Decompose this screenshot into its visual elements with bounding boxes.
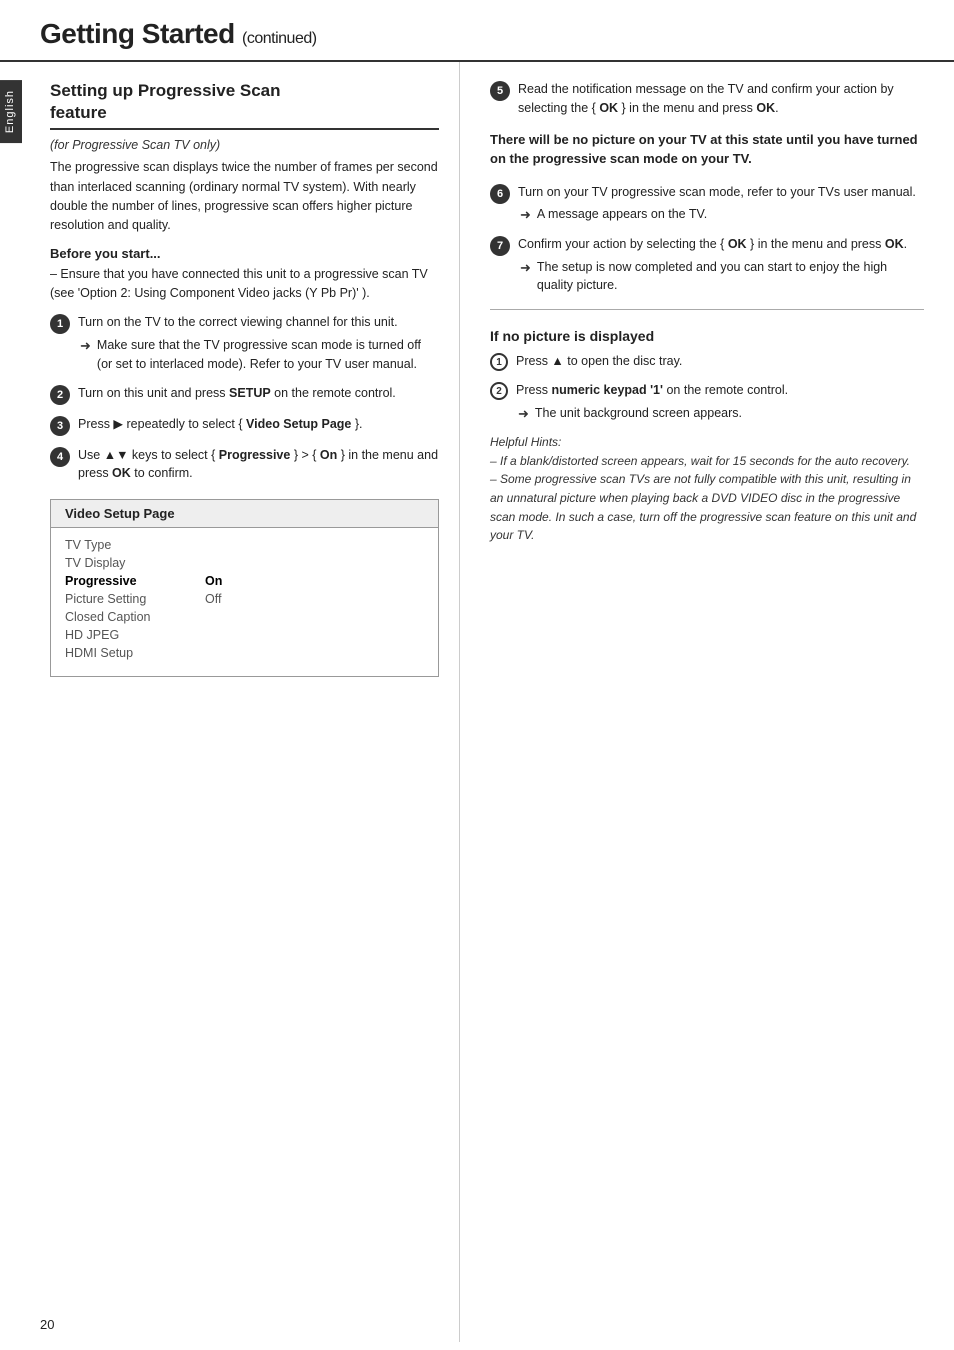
right-steps-2: 6 Turn on your TV progressive scan mode,… — [490, 183, 924, 296]
step-2: 2 Turn on this unit and press SETUP on t… — [50, 384, 439, 405]
step-7-num: 7 — [490, 236, 510, 256]
helpful-hints: Helpful Hints: – If a blank/distorted sc… — [490, 433, 924, 545]
setup-row-caption: Closed Caption — [65, 608, 424, 626]
no-pic-step-1-content: Press ▲ to open the disc tray. — [516, 352, 924, 371]
step-7: 7 Confirm your action by selecting the {… — [490, 235, 924, 295]
setup-row-tvdisplay: TV Display — [65, 554, 424, 572]
warning-box: There will be no picture on your TV at t… — [490, 130, 924, 169]
no-pic-step-2-content: Press numeric keypad '1' on the remote c… — [516, 381, 924, 423]
no-pic-step-1: 1 Press ▲ to open the disc tray. — [490, 352, 924, 371]
step-2-num: 2 — [50, 385, 70, 405]
section-title: Setting up Progressive Scan feature — [50, 80, 439, 130]
setup-row-hdmi: HDMI Setup — [65, 644, 424, 662]
left-steps: 1 Turn on the TV to the correct viewing … — [50, 313, 439, 483]
no-pic-step-2-num: 2 — [490, 382, 508, 400]
step-3-content: Press ▶ repeatedly to select { Video Set… — [78, 415, 439, 434]
setup-row-progressive: Progressive On — [65, 572, 424, 590]
no-picture-title: If no picture is displayed — [490, 328, 924, 344]
step-4: 4 Use ▲▼ keys to select { Progressive } … — [50, 446, 439, 484]
no-pic-step-2-text: Press numeric keypad '1' on the remote c… — [516, 383, 788, 397]
setup-row-hdjpeg: HD JPEG — [65, 626, 424, 644]
step-6-arrow: ➜ A message appears on the TV. — [520, 205, 924, 225]
step-1-content: Turn on the TV to the correct viewing ch… — [78, 313, 439, 373]
step-6-content: Turn on your TV progressive scan mode, r… — [518, 183, 924, 225]
step-2-text: Turn on this unit and press SETUP on the… — [78, 386, 396, 400]
step-1-arrow-text: Make sure that the TV progressive scan m… — [97, 336, 439, 374]
no-pic-step-1-num: 1 — [490, 353, 508, 371]
step-4-text: Use ▲▼ keys to select { Progressive } > … — [78, 448, 438, 481]
step-5-num: 5 — [490, 81, 510, 101]
step-5-content: Read the notification message on the TV … — [518, 80, 924, 118]
right-steps: 5 Read the notification message on the T… — [490, 80, 924, 118]
step-6-text: Turn on your TV progressive scan mode, r… — [518, 185, 916, 199]
setup-row-picture: Picture Setting Off — [65, 590, 424, 608]
setup-table: Video Setup Page TV Type TV Display Prog… — [50, 499, 439, 677]
left-column: Setting up Progressive Scan feature (for… — [0, 62, 460, 1342]
setup-table-header: Video Setup Page — [51, 500, 438, 528]
step-3-num: 3 — [50, 416, 70, 436]
step-5: 5 Read the notification message on the T… — [490, 80, 924, 118]
before-start-label: Before you start... — [50, 246, 439, 261]
step-4-content: Use ▲▼ keys to select { Progressive } > … — [78, 446, 439, 484]
no-pic-step-2-arrow-text: The unit background screen appears. — [535, 404, 742, 423]
step-7-arrow: ➜ The setup is now completed and you can… — [520, 258, 924, 296]
page-number: 20 — [40, 1317, 54, 1332]
step-3-text: Press ▶ repeatedly to select { Video Set… — [78, 417, 363, 431]
right-column: 5 Read the notification message on the T… — [460, 62, 954, 1342]
setup-table-body: TV Type TV Display Progressive On Pictur… — [51, 528, 438, 676]
page-header: Getting Started (continued) — [0, 0, 954, 62]
step-3: 3 Press ▶ repeatedly to select { Video S… — [50, 415, 439, 436]
helpful-hint-2: – Some progressive scan TVs are not full… — [490, 470, 924, 544]
step-2-content: Turn on this unit and press SETUP on the… — [78, 384, 439, 403]
page-title: Getting Started (continued) — [40, 18, 914, 50]
step-7-content: Confirm your action by selecting the { O… — [518, 235, 924, 295]
step-7-text: Confirm your action by selecting the { O… — [518, 237, 907, 251]
setup-row-tvtype: TV Type — [65, 536, 424, 554]
no-pic-step-2: 2 Press numeric keypad '1' on the remote… — [490, 381, 924, 423]
step-1-arrow: ➜ Make sure that the TV progressive scan… — [80, 336, 439, 374]
helpful-hints-label: Helpful Hints: — [490, 433, 924, 452]
warning-text: There will be no picture on your TV at t… — [490, 130, 924, 169]
step-5-text: Read the notification message on the TV … — [518, 82, 894, 115]
italic-note: (for Progressive Scan TV only) — [50, 138, 439, 152]
intro-text: The progressive scan displays twice the … — [50, 158, 439, 236]
content-area: Setting up Progressive Scan feature (for… — [0, 62, 954, 1342]
no-pic-step-2-arrow: ➜ The unit background screen appears. — [518, 404, 924, 424]
step-1-text: Turn on the TV to the correct viewing ch… — [78, 315, 398, 329]
no-pic-step-1-text: Press ▲ to open the disc tray. — [516, 354, 682, 368]
helpful-hint-1: – If a blank/distorted screen appears, w… — [490, 452, 924, 471]
step-6-arrow-text: A message appears on the TV. — [537, 205, 707, 224]
before-start-text: – Ensure that you have connected this un… — [50, 265, 439, 304]
step-6-num: 6 — [490, 184, 510, 204]
step-1: 1 Turn on the TV to the correct viewing … — [50, 313, 439, 373]
step-4-num: 4 — [50, 447, 70, 467]
step-6: 6 Turn on your TV progressive scan mode,… — [490, 183, 924, 225]
section-divider — [490, 309, 924, 310]
step-1-num: 1 — [50, 314, 70, 334]
no-picture-steps: 1 Press ▲ to open the disc tray. 2 Press… — [490, 352, 924, 423]
step-7-arrow-text: The setup is now completed and you can s… — [537, 258, 924, 296]
language-tab: English — [0, 80, 22, 143]
